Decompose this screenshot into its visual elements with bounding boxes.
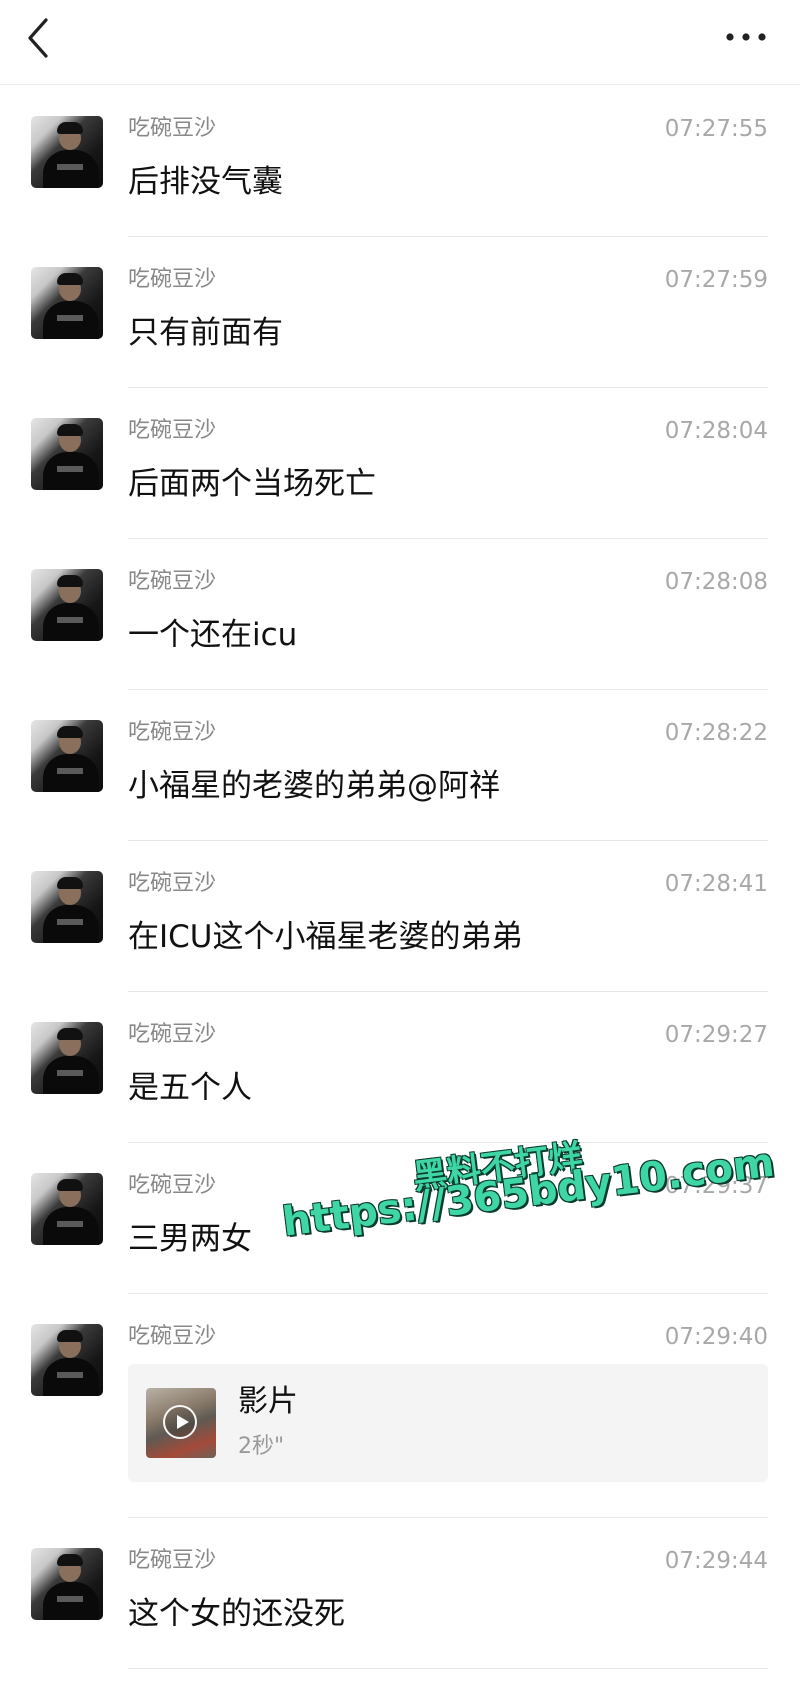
message-time: 07:28:08 [664,569,768,595]
message-text: 是五个人 [128,1070,252,1106]
sender-name: 吃碗豆沙 [128,1173,217,1198]
more-horizontal-icon [726,33,766,41]
message-time: 07:27:59 [664,267,768,293]
message-list[interactable]: 吃碗豆沙 07:27:55 后排没气囊 吃碗豆沙 07:27:59 只有前面有 … [0,86,800,1669]
sender-name: 吃碗豆沙 [128,569,217,594]
avatar[interactable] [31,1173,103,1245]
top-bar [0,0,800,85]
more-button[interactable] [720,24,772,50]
avatar[interactable] [31,871,103,943]
avatar[interactable] [31,1324,103,1396]
avatar[interactable] [31,116,103,188]
message-time: 07:29:37 [664,1173,768,1199]
avatar[interactable] [31,569,103,641]
message-text: 后排没气囊 [128,164,283,200]
play-icon[interactable] [163,1405,197,1439]
message-item: 吃碗豆沙 07:27:55 后排没气囊 [0,86,800,237]
message-time: 07:29:27 [664,1022,768,1048]
video-thumbnail[interactable] [146,1388,216,1458]
message-time: 07:28:04 [664,418,768,444]
avatar[interactable] [31,267,103,339]
sender-name: 吃碗豆沙 [128,1022,217,1047]
avatar[interactable] [31,418,103,490]
chevron-left-icon [28,18,48,58]
message-text: 小福星的老婆的弟弟@阿祥 [128,768,500,804]
message-time: 07:29:40 [664,1324,768,1350]
avatar[interactable] [31,1022,103,1094]
message-item: 吃碗豆沙 07:29:44 这个女的还没死 [0,1518,800,1669]
message-item: 吃碗豆沙 07:28:08 一个还在icu [0,539,800,690]
message-text: 一个还在icu [128,617,298,653]
sender-name: 吃碗豆沙 [128,418,217,443]
sender-name: 吃碗豆沙 [128,720,217,745]
avatar[interactable] [31,1548,103,1620]
sender-name: 吃碗豆沙 [128,267,217,292]
video-message-card[interactable]: 影片 2秒" [128,1364,768,1482]
back-button[interactable] [22,14,62,64]
message-item: 吃碗豆沙 07:27:59 只有前面有 [0,237,800,388]
message-text: 这个女的还没死 [128,1596,345,1632]
divider [128,1668,768,1669]
message-item: 吃碗豆沙 07:28:41 在ICU这个小福星老婆的弟弟 [0,841,800,992]
message-time: 07:27:55 [664,116,768,142]
message-time: 07:28:22 [664,720,768,746]
message-time: 07:29:44 [664,1548,768,1574]
sender-name: 吃碗豆沙 [128,116,217,141]
sender-name: 吃碗豆沙 [128,1548,217,1573]
avatar[interactable] [31,720,103,792]
message-item: 吃碗豆沙 07:28:04 后面两个当场死亡 [0,388,800,539]
message-text: 三男两女 [128,1221,252,1257]
message-text: 在ICU这个小福星老婆的弟弟 [128,919,523,955]
message-text: 后面两个当场死亡 [128,466,376,502]
video-duration: 2秒" [238,1434,285,1459]
message-text: 只有前面有 [128,315,283,351]
sender-name: 吃碗豆沙 [128,871,217,896]
message-item: 吃碗豆沙 07:29:40 影片 2秒" [0,1294,800,1518]
message-item: 吃碗豆沙 07:29:27 是五个人 [0,992,800,1143]
message-item: 吃碗豆沙 07:28:22 小福星的老婆的弟弟@阿祥 [0,690,800,841]
sender-name: 吃碗豆沙 [128,1324,217,1349]
message-time: 07:28:41 [664,871,768,897]
message-item: 吃碗豆沙 07:29:37 三男两女 [0,1143,800,1294]
video-title: 影片 [238,1384,298,1419]
